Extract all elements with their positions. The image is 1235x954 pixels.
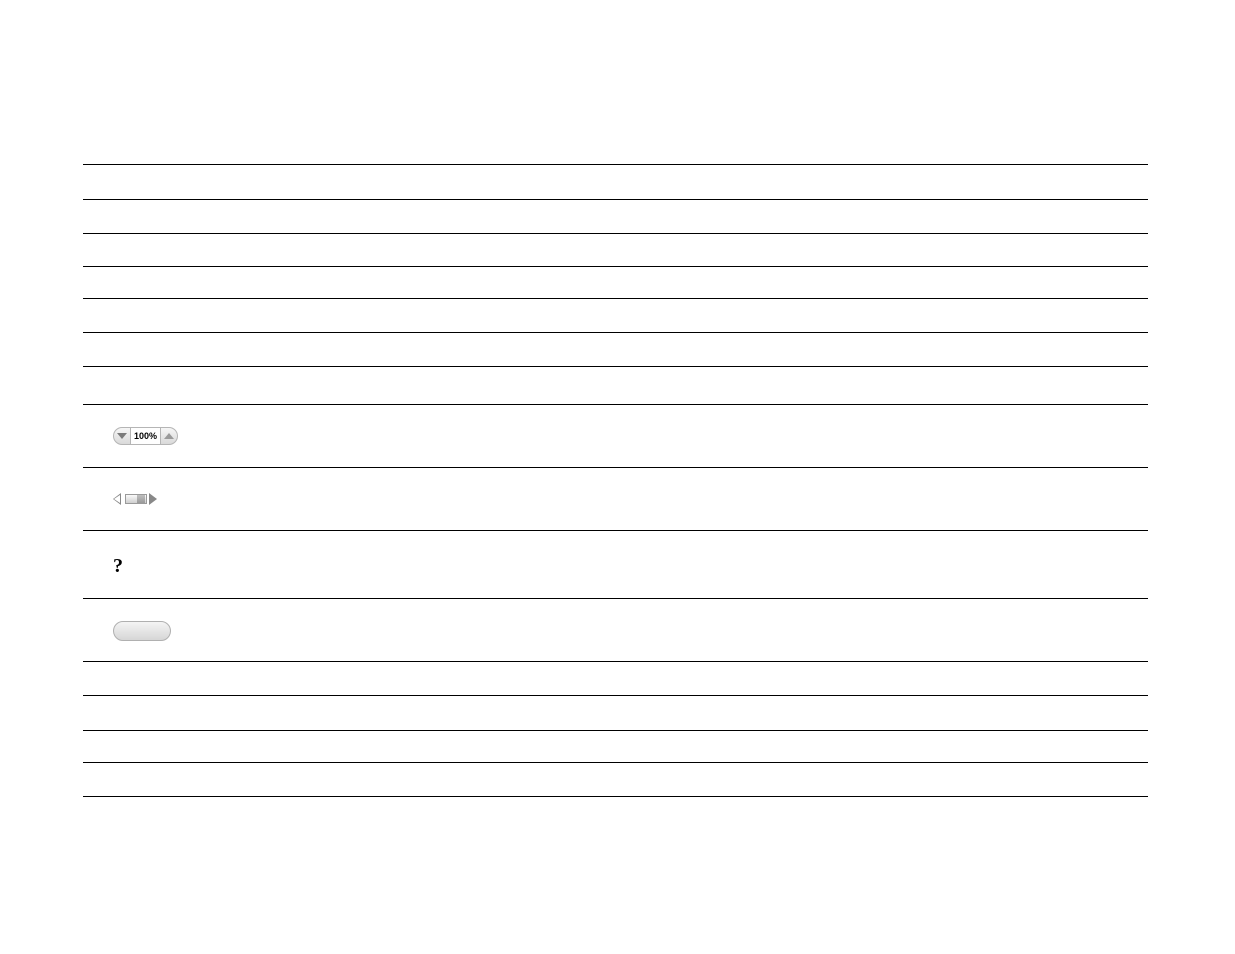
row-11 [83,662,1148,696]
row-6 [83,367,1148,405]
row-7: 100% [83,405,1148,468]
row-8 [83,468,1148,531]
zoom-value[interactable]: 100% [130,428,161,444]
row-0 [83,164,1148,200]
arrow-right-icon[interactable] [149,493,157,505]
stepper-control[interactable] [113,492,157,506]
zoom-control[interactable]: 100% [113,427,178,445]
zoom-out-button[interactable] [114,428,130,444]
row-10 [83,599,1148,662]
chevron-down-icon [117,433,127,439]
arrow-left-icon[interactable] [113,493,121,505]
row-12 [83,696,1148,731]
help-icon[interactable]: ? [113,555,123,578]
zoom-in-button[interactable] [161,428,177,444]
action-button[interactable] [113,621,171,641]
row-1 [83,200,1148,234]
stepper-track[interactable] [125,494,147,504]
row-5 [83,333,1148,367]
row-4 [83,299,1148,333]
row-13 [83,731,1148,763]
row-2 [83,234,1148,267]
row-14 [83,763,1148,797]
row-3 [83,267,1148,299]
chevron-up-icon [164,433,174,439]
row-9: ? [83,531,1148,599]
